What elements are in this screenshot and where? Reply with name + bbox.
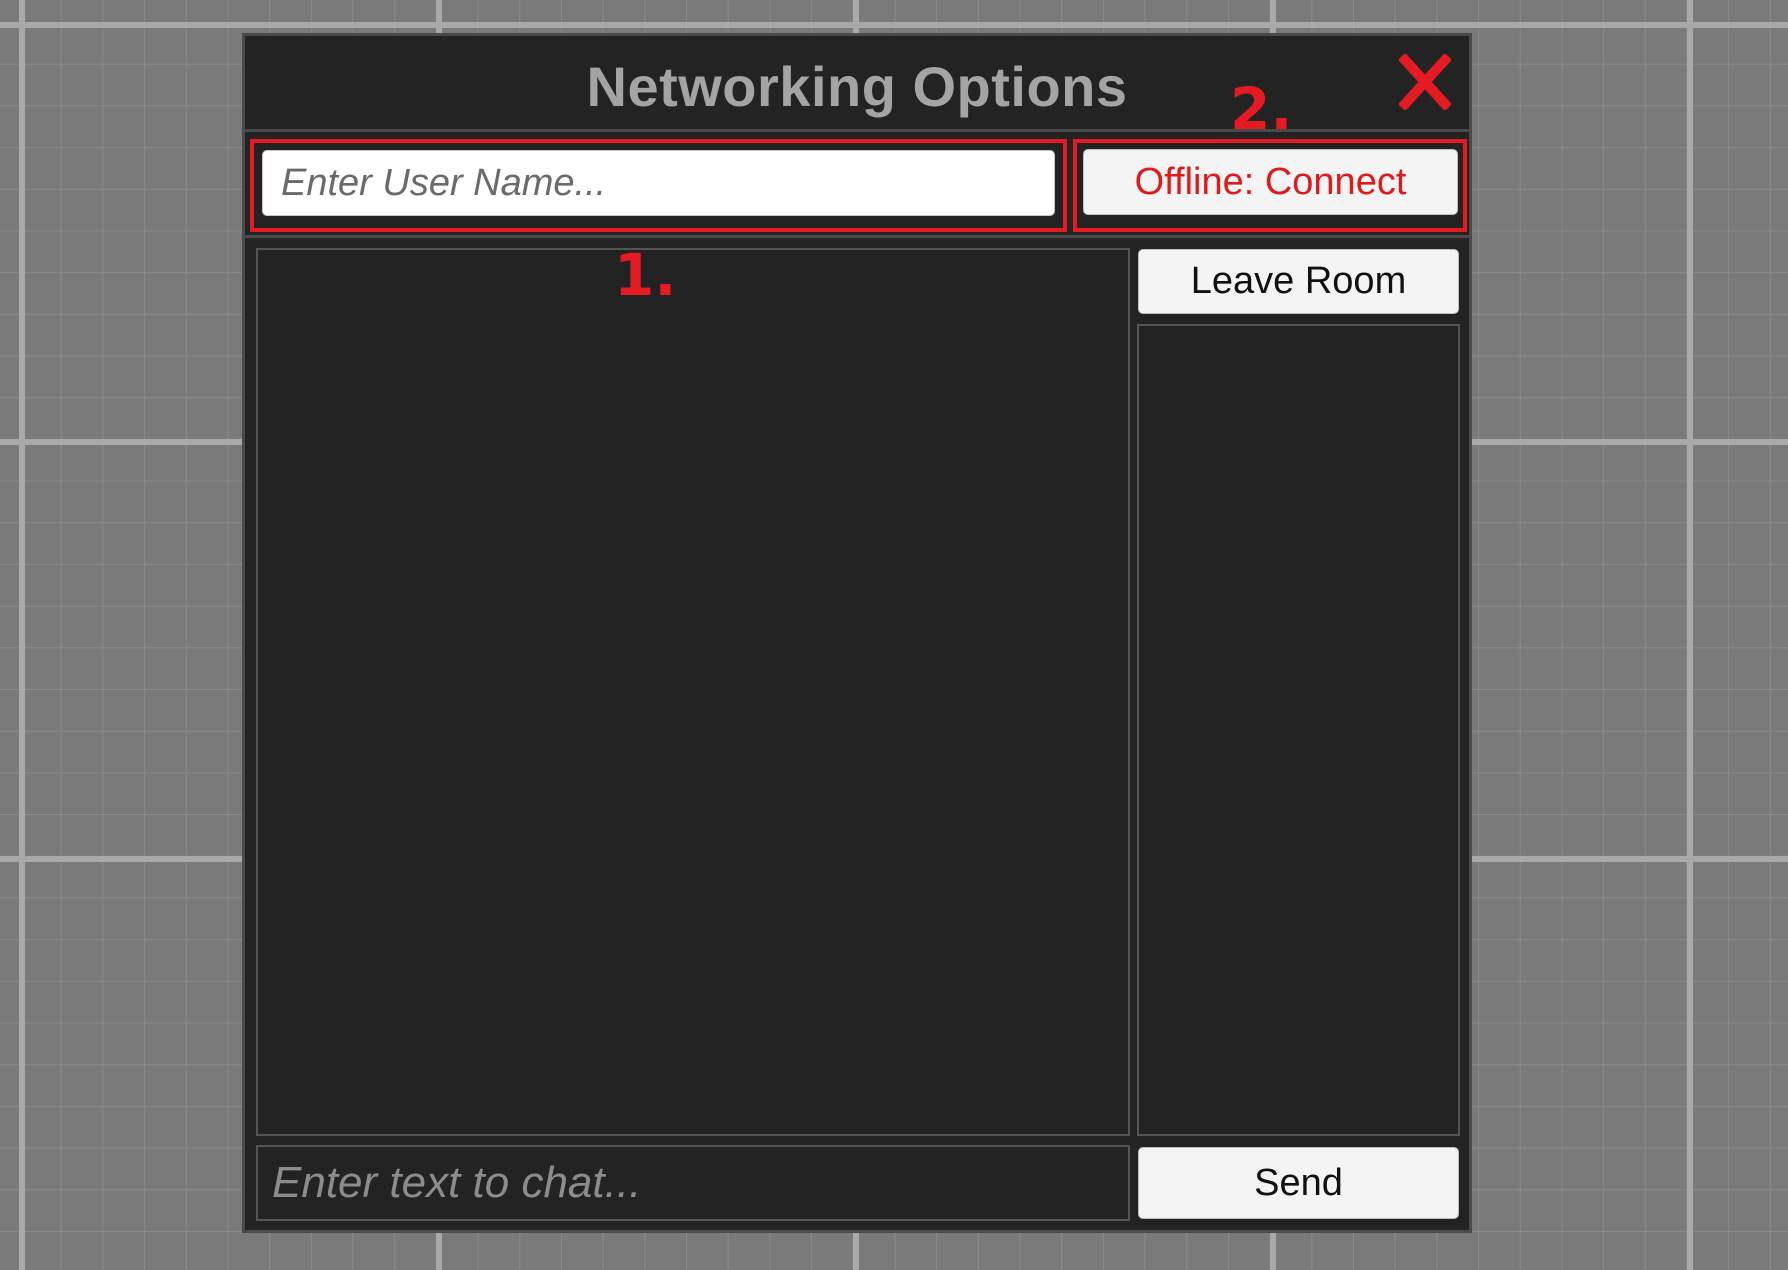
player-list-panel[interactable]	[1137, 324, 1460, 1136]
chat-log-panel[interactable]	[256, 248, 1130, 1136]
leave-room-button[interactable]: Leave Room	[1138, 249, 1459, 314]
username-highlight-box	[250, 139, 1067, 232]
send-button[interactable]: Send	[1138, 1147, 1459, 1219]
connection-row: Offline: Connect	[245, 132, 1469, 238]
annotation-marker-2: 2.	[1230, 75, 1293, 143]
chat-input[interactable]	[256, 1145, 1130, 1221]
networking-options-window: Networking Options Offline: Connect Leav…	[242, 33, 1472, 1233]
close-icon[interactable]	[1399, 54, 1451, 110]
connect-highlight-box	[1073, 139, 1467, 232]
annotation-marker-1: 1.	[614, 241, 677, 309]
close-icon-glyph	[1399, 54, 1451, 110]
